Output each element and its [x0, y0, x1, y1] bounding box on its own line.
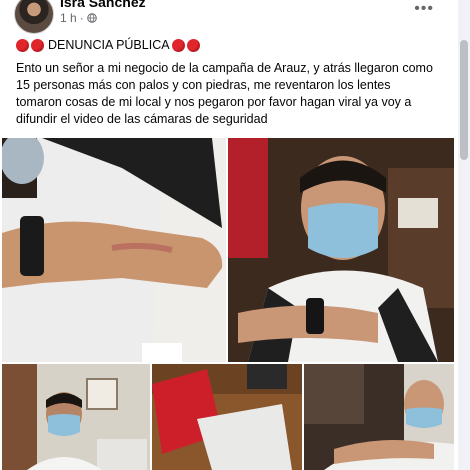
- photo-man-with-mask[interactable]: [228, 138, 454, 362]
- photo-man-in-shop-image: [2, 364, 150, 470]
- facebook-post: Isra Sánchez 1 h · ••• DENUNCIA PÚBLICA …: [0, 0, 470, 470]
- photo-injured-arm[interactable]: [2, 138, 226, 362]
- more-options-icon[interactable]: •••: [414, 0, 434, 18]
- photo-man-in-shop[interactable]: [2, 364, 150, 470]
- author-avatar[interactable]: [14, 0, 54, 34]
- post-meta: 1 h ·: [60, 11, 97, 25]
- photo-injured-arm-closeup[interactable]: [304, 364, 454, 470]
- scrollbar-thumb[interactable]: [460, 40, 468, 160]
- red-circle-emoji-icon: [171, 38, 185, 52]
- red-circle-emoji-icon: [31, 38, 44, 52]
- red-circle-emoji-icon: [16, 38, 29, 52]
- photo-damaged-items[interactable]: [152, 364, 302, 470]
- post-title-text: DENUNCIA PÚBLICA: [48, 38, 170, 52]
- photo-injured-arm-image: [2, 138, 226, 362]
- post-body: Ento un señor a mi negocio de la campaña…: [16, 61, 433, 126]
- scrollbar[interactable]: [458, 0, 470, 470]
- photo-man-with-mask-image: [228, 138, 454, 362]
- globe-icon: [86, 13, 97, 23]
- post-time[interactable]: 1 h: [60, 11, 77, 25]
- photo-damaged-items-image: [152, 364, 302, 470]
- author-name[interactable]: Isra Sánchez: [60, 0, 146, 10]
- post-title: DENUNCIA PÚBLICA: [16, 38, 202, 52]
- red-circle-emoji-icon: [186, 38, 200, 52]
- photo-injured-arm-closeup-image: [304, 364, 454, 470]
